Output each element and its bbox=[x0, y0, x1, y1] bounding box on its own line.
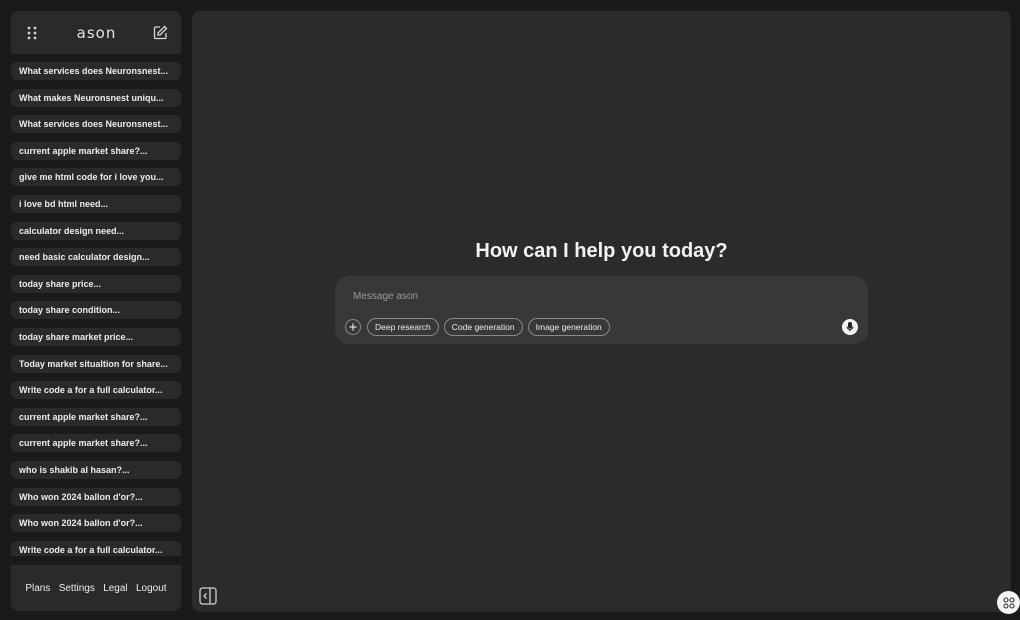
settings-link[interactable]: Settings bbox=[59, 583, 95, 594]
chat-history-item[interactable]: current apple market share?... bbox=[11, 407, 181, 426]
chat-history-item[interactable]: today share price... bbox=[11, 274, 181, 293]
deep-research-button[interactable]: Deep research bbox=[367, 318, 439, 336]
chat-history-item[interactable]: today share market price... bbox=[11, 327, 181, 346]
edit-icon[interactable] bbox=[153, 25, 169, 41]
microphone-icon[interactable] bbox=[842, 319, 858, 335]
chat-history-item[interactable]: Who won 2024 ballon d'or?... bbox=[11, 487, 181, 506]
brand-logo: ason bbox=[76, 23, 117, 42]
chat-history-item[interactable]: today share condition... bbox=[11, 301, 181, 320]
suggestion-chips: Deep research Code generation Image gene… bbox=[367, 318, 610, 336]
chat-history-item[interactable]: give me html code for i love you... bbox=[11, 168, 181, 187]
sidebar-footer: Plans Settings Legal Logout bbox=[11, 565, 181, 611]
sidebar-collapse-icon[interactable] bbox=[199, 587, 217, 605]
page-title: How can I help you today? bbox=[475, 240, 728, 262]
image-generation-button[interactable]: Image generation bbox=[527, 318, 610, 336]
chat-history-item[interactable]: Today market situaltion for share... bbox=[11, 354, 181, 373]
plus-icon[interactable] bbox=[345, 319, 361, 335]
chat-history-item[interactable]: Write code a for a full calculator... bbox=[11, 540, 181, 556]
message-composer: Deep research Code generation Image gene… bbox=[335, 276, 868, 344]
logout-link[interactable]: Logout bbox=[136, 583, 167, 594]
chat-history-item[interactable]: calculator design need... bbox=[11, 221, 181, 240]
code-generation-button[interactable]: Code generation bbox=[443, 318, 523, 336]
main-panel: How can I help you today? Deep research … bbox=[192, 11, 1011, 612]
sidebar-header: ason bbox=[11, 11, 181, 54]
legal-link[interactable]: Legal bbox=[103, 583, 127, 594]
chat-history-item[interactable]: Write code a for a full calculator... bbox=[11, 381, 181, 400]
chat-history-item[interactable]: i love bd html need... bbox=[11, 194, 181, 213]
chat-history-item[interactable]: who is shakib al hasan?... bbox=[11, 460, 181, 479]
chat-history-item[interactable]: current apple market share?... bbox=[11, 434, 181, 453]
chat-history-item[interactable]: Who won 2024 ballon d'or?... bbox=[11, 514, 181, 533]
chat-history-item[interactable]: need basic calculator design... bbox=[11, 248, 181, 267]
plans-link[interactable]: Plans bbox=[25, 583, 50, 594]
app-root: ason What services does Neuronsnest... Wh… bbox=[0, 0, 1020, 620]
chat-history-list: What services does Neuronsnest... What ma… bbox=[11, 58, 181, 556]
chat-history-item[interactable]: current apple market share?... bbox=[11, 141, 181, 160]
message-input[interactable] bbox=[353, 288, 833, 304]
grid-dots-icon[interactable] bbox=[24, 25, 40, 41]
command-icon[interactable] bbox=[997, 591, 1020, 614]
chat-history-item[interactable]: What services does Neuronsnest... bbox=[11, 62, 181, 80]
chat-history-item[interactable]: What makes Neuronsnest uniqu... bbox=[11, 88, 181, 107]
chat-history-item[interactable]: What services does Neuronsnest... bbox=[11, 115, 181, 134]
